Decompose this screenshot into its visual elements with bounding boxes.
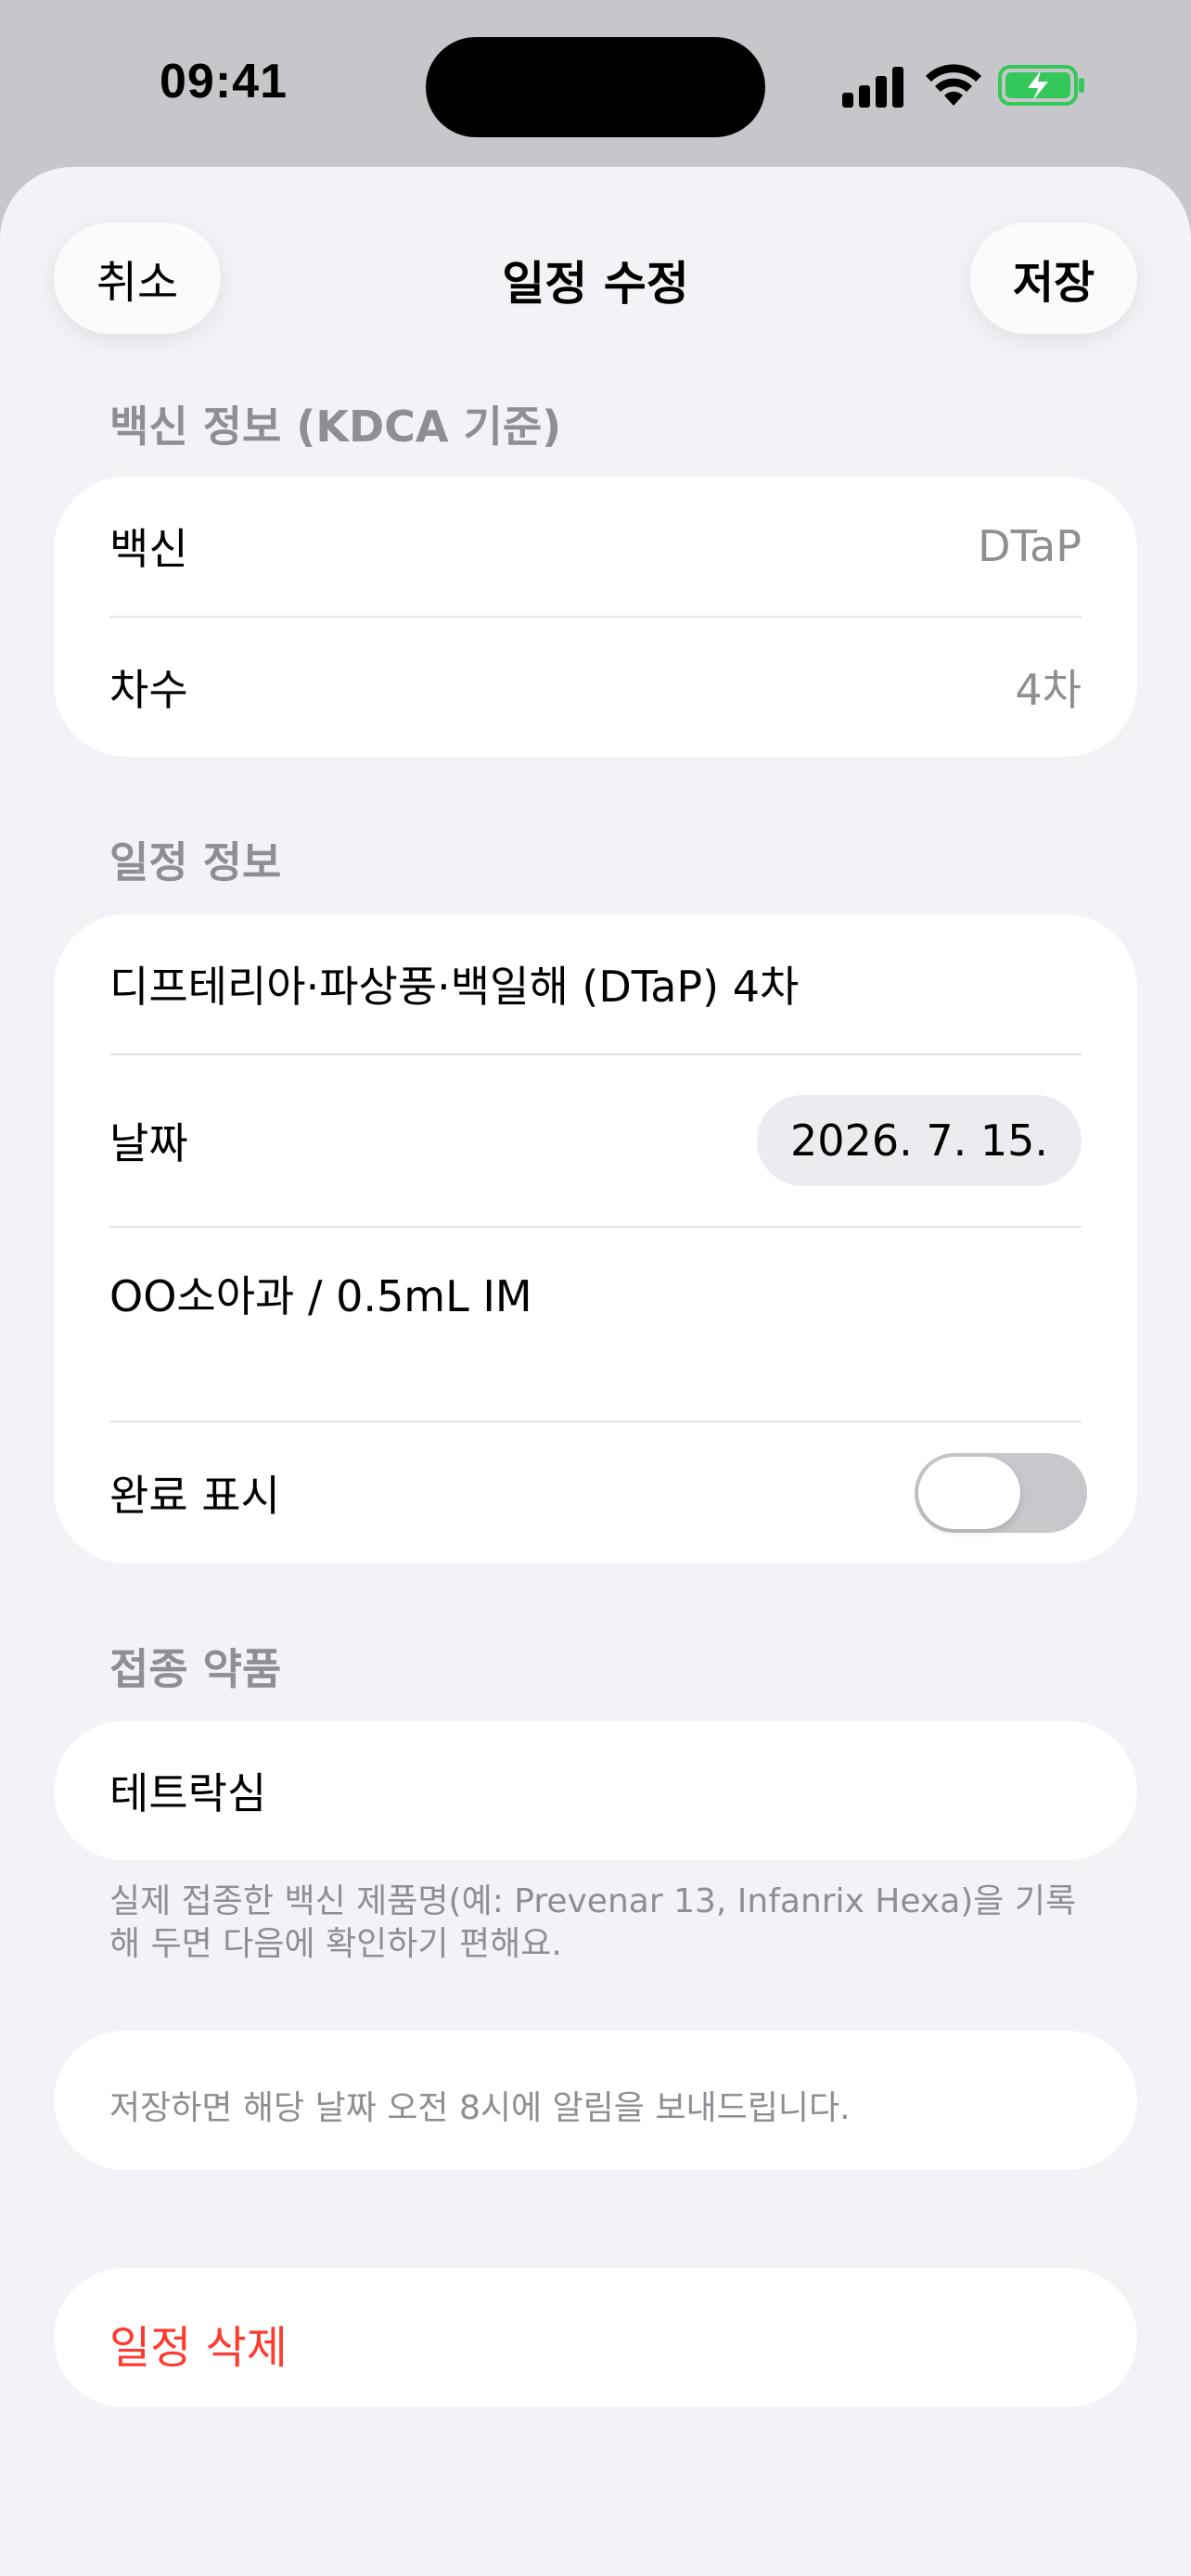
notice-text: 저장하면 해당 날짜 오전 8시에 알림을 보내드립니다. [109,2089,851,2127]
schedule-title-value[interactable]: 디프테리아·파상풍·백일해 (DTaP) 4차 [109,953,799,1014]
section-header-vaccine-info: 백신 정보 (KDCA 기준) [109,402,562,452]
schedule-title-field[interactable]: 디프테리아·파상풍·백일해 (DTaP) 4차 [109,914,1082,1053]
vaccine-value: DTaP [978,521,1082,571]
date-label: 날짜 [109,1118,188,1168]
product-value[interactable]: 테트락심 [109,1760,266,1821]
wifi-icon [926,64,981,106]
complete-toggle[interactable] [915,1453,1087,1533]
dose-label: 차수 [109,665,188,715]
dynamic-island [426,37,765,137]
save-button[interactable]: 저장 [970,223,1137,334]
memo-field[interactable]: OO소아과 / 0.5mL IM [109,1228,1082,1422]
dose-row: 차수 4차 [109,618,1082,757]
date-row: 날짜 2026. 7. 15. [109,1055,1082,1226]
memo-value[interactable]: OO소아과 / 0.5mL IM [109,1263,532,1324]
schedule-info-card: 디프테리아·파상풍·백일해 (DTaP) 4차 날짜 2026. 7. 15. … [54,914,1137,1563]
complete-label: 완료 표시 [109,1471,280,1521]
status-bar: 09:41 [0,0,1191,167]
battery-charging-icon [998,65,1084,106]
cellular-signal-icon [842,67,903,108]
delete-schedule-button[interactable]: 일정 삭제 [109,2311,288,2376]
vaccine-info-card: 백신 DTaP 차수 4차 [54,477,1137,757]
status-time: 09:41 [160,55,288,108]
vaccine-label: 백신 [109,524,188,574]
date-picker-button[interactable]: 2026. 7. 15. [757,1095,1082,1186]
section-header-product: 접종 약품 [109,1644,282,1694]
edit-schedule-sheet: 취소 일정 수정 저장 백신 정보 (KDCA 기준) 백신 DTaP 차수 4… [0,167,1191,2576]
product-field[interactable]: 테트락심 [109,1721,1082,1860]
section-header-schedule-info: 일정 정보 [109,837,282,887]
notice-card: 저장하면 해당 날짜 오전 8시에 알림을 보내드립니다. [54,2031,1137,2170]
product-footnote: 실제 접종한 백신 제품명(예: Prevenar 13, Infanrix H… [109,1882,1077,1963]
delete-card[interactable]: 일정 삭제 [54,2268,1137,2407]
dose-value: 4차 [1015,665,1082,715]
complete-row: 완료 표시 [109,1422,1087,1563]
vaccine-row: 백신 DTaP [109,477,1082,616]
product-card: 테트락심 [54,1721,1137,1860]
toggle-knob [918,1457,1020,1529]
